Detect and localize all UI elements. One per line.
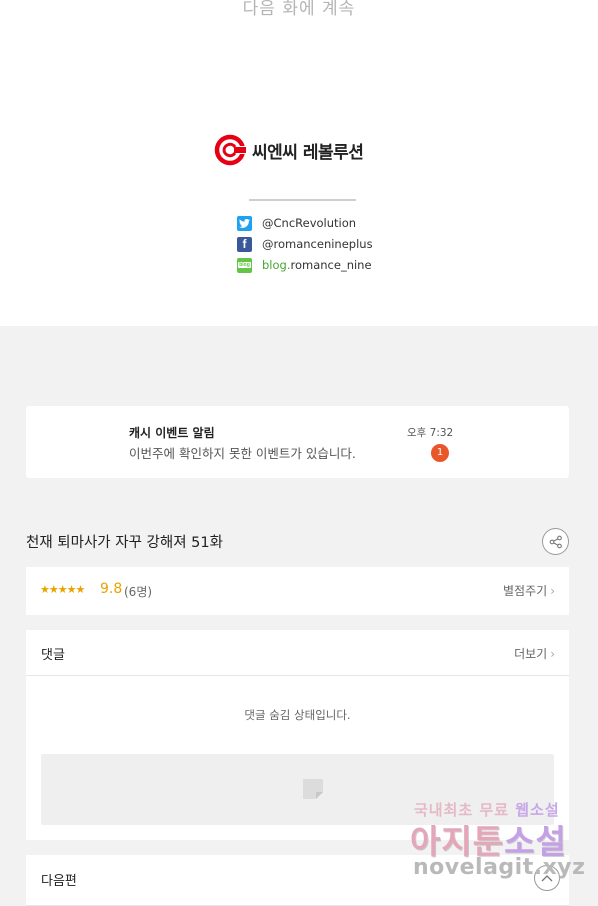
rating-bar: ★★★★★ 9.8 (6명) 별점주기 › [26, 567, 569, 615]
watermark-url: novelagit.xyz [413, 855, 586, 880]
chevron-right-icon: › [550, 647, 555, 661]
divider [249, 199, 356, 201]
twitter-handle: @CncRevolution [262, 216, 357, 230]
notice-body: 이번주에 확인하지 못한 이벤트가 있습니다. [129, 446, 356, 461]
blog-prefix: blog. [262, 258, 291, 272]
site-watermark: 국내최초 무료 웹소설 아지툰소설 novelagit.xyz [410, 797, 590, 887]
twitter-icon [237, 215, 252, 231]
comment-title: 댓글 [41, 648, 65, 663]
rate-label: 별점주기 [503, 584, 548, 598]
facebook-handle: @romancenineplus [262, 237, 373, 251]
comment-header: 댓글 더보기 › [26, 630, 569, 676]
document-icon [303, 779, 323, 799]
notice-time: 오후 7:32 [407, 427, 454, 439]
share-button[interactable] [542, 528, 569, 555]
blog-link[interactable]: blog blog. romance_nine [237, 257, 372, 273]
comment-hidden-message: 댓글 숨김 상태입니다. [244, 708, 351, 722]
twitter-link[interactable]: @CncRevolution [237, 215, 356, 231]
blog-icon: blog [237, 257, 252, 273]
notice-count-badge: 1 [431, 444, 449, 462]
episode-end-section: 다음 화에 계속 씨엔씨 레볼루션 @CncRevolution f @roma… [0, 0, 598, 326]
facebook-link[interactable]: f @romancenineplus [237, 236, 373, 252]
cnc-logo-icon [214, 134, 246, 166]
rating-score: 9.8 [100, 581, 123, 597]
more-label: 더보기 [514, 647, 548, 661]
rating-count: (6명) [124, 585, 153, 599]
comment-more-button[interactable]: 더보기 › [514, 645, 555, 662]
share-icon [549, 535, 562, 548]
chevron-right-icon: › [550, 584, 555, 598]
episode-title: 천재 퇴마사가 자꾸 강해져 51화 [26, 535, 223, 551]
rating-stars: ★★★★★ [40, 583, 85, 596]
facebook-icon: f [237, 236, 252, 252]
to-be-continued-text: 다음 화에 계속 [242, 0, 356, 19]
publisher-logo: 씨엔씨 레볼루션 [214, 132, 364, 168]
notice-title: 캐시 이벤트 알림 [129, 426, 215, 440]
next-episode-label: 다음편 [41, 874, 77, 889]
cash-event-notice[interactable]: 캐시 이벤트 알림 이번주에 확인하지 못한 이벤트가 있습니다. 오후 7:3… [26, 406, 569, 478]
publisher-name: 씨엔씨 레볼루션 [252, 142, 364, 163]
rate-button[interactable]: 별점주기 › [503, 582, 555, 599]
blog-handle: romance_nine [290, 258, 372, 272]
